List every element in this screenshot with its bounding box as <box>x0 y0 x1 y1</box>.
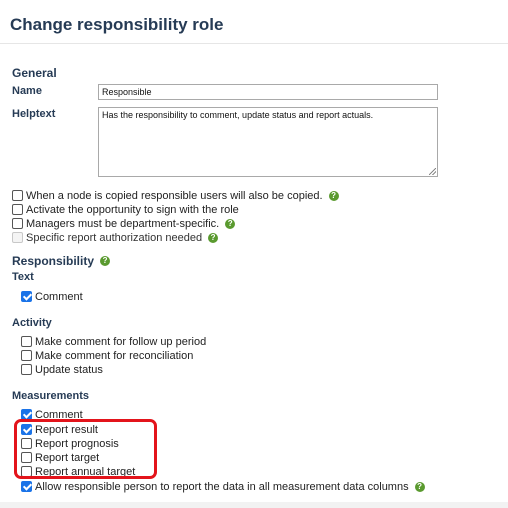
reconciliation-checkbox[interactable] <box>21 350 32 361</box>
help-icon[interactable]: ? <box>100 256 111 266</box>
help-icon[interactable]: ? <box>208 232 219 243</box>
activity-option-reconciliation[interactable]: Make comment for reconciliation <box>21 349 193 362</box>
reconciliation-label: Make comment for reconciliation <box>35 349 194 362</box>
responsibility-heading-row: Responsibility ? <box>12 254 111 268</box>
text-comment-label: Comment <box>35 290 83 303</box>
helptext-label: Helptext <box>12 108 56 120</box>
activity-label: Activity <box>12 317 52 329</box>
help-icon[interactable]: ? <box>328 190 339 201</box>
managers-department-checkbox[interactable] <box>12 218 23 229</box>
copy-responsible-label: When a node is copied responsible users … <box>26 189 323 202</box>
follow-up-checkbox[interactable] <box>21 336 32 347</box>
help-icon[interactable]: ? <box>414 481 425 492</box>
responsibility-heading: Responsibility <box>12 254 95 268</box>
highlight-box <box>14 419 157 479</box>
general-heading: General <box>12 66 57 80</box>
measurements-label: Measurements <box>12 390 90 402</box>
managers-department-label: Managers must be department-specific. <box>26 217 220 230</box>
text-comment-checkbox[interactable] <box>21 291 32 302</box>
sign-with-role-label: Activate the opportunity to sign with th… <box>26 203 239 216</box>
bottom-edge <box>0 502 508 508</box>
text-comment-option[interactable]: Comment <box>21 290 83 303</box>
sign-with-role-checkbox[interactable] <box>12 204 23 215</box>
update-status-checkbox[interactable] <box>21 364 32 375</box>
option-managers-department[interactable]: Managers must be department-specific. ? <box>12 217 236 230</box>
dialog-title: Change responsibility role <box>10 15 224 34</box>
activity-option-follow-up[interactable]: Make comment for follow up period <box>21 335 206 348</box>
name-input[interactable] <box>98 84 438 100</box>
specific-report-auth-label: Specific report authorization needed <box>26 231 203 244</box>
activity-option-update-status[interactable]: Update status <box>21 363 103 376</box>
specific-report-auth-checkbox <box>12 232 23 243</box>
help-icon[interactable]: ? <box>225 218 236 229</box>
measurement-option-allow-all-columns[interactable]: Allow responsible person to report the d… <box>21 480 425 493</box>
option-copy-responsible[interactable]: When a node is copied responsible users … <box>12 189 339 202</box>
option-specific-report-auth: Specific report authorization needed ? <box>12 231 219 244</box>
name-label: Name <box>12 85 42 97</box>
text-label: Text <box>12 271 34 283</box>
copy-responsible-checkbox[interactable] <box>12 190 23 201</box>
helptext-value: Has the responsibility to comment, updat… <box>102 110 374 120</box>
helptext-textarea[interactable]: Has the responsibility to comment, updat… <box>98 107 438 177</box>
allow-all-columns-label: Allow responsible person to report the d… <box>35 480 409 493</box>
title-bar: Change responsibility role <box>0 0 508 44</box>
follow-up-label: Make comment for follow up period <box>35 335 207 348</box>
resize-grip-icon[interactable] <box>429 168 436 175</box>
allow-all-columns-checkbox[interactable] <box>21 481 32 492</box>
dialog-panel: Change responsibility role General Name … <box>0 0 508 508</box>
option-sign-with-role[interactable]: Activate the opportunity to sign with th… <box>12 203 239 216</box>
update-status-label: Update status <box>35 363 103 376</box>
